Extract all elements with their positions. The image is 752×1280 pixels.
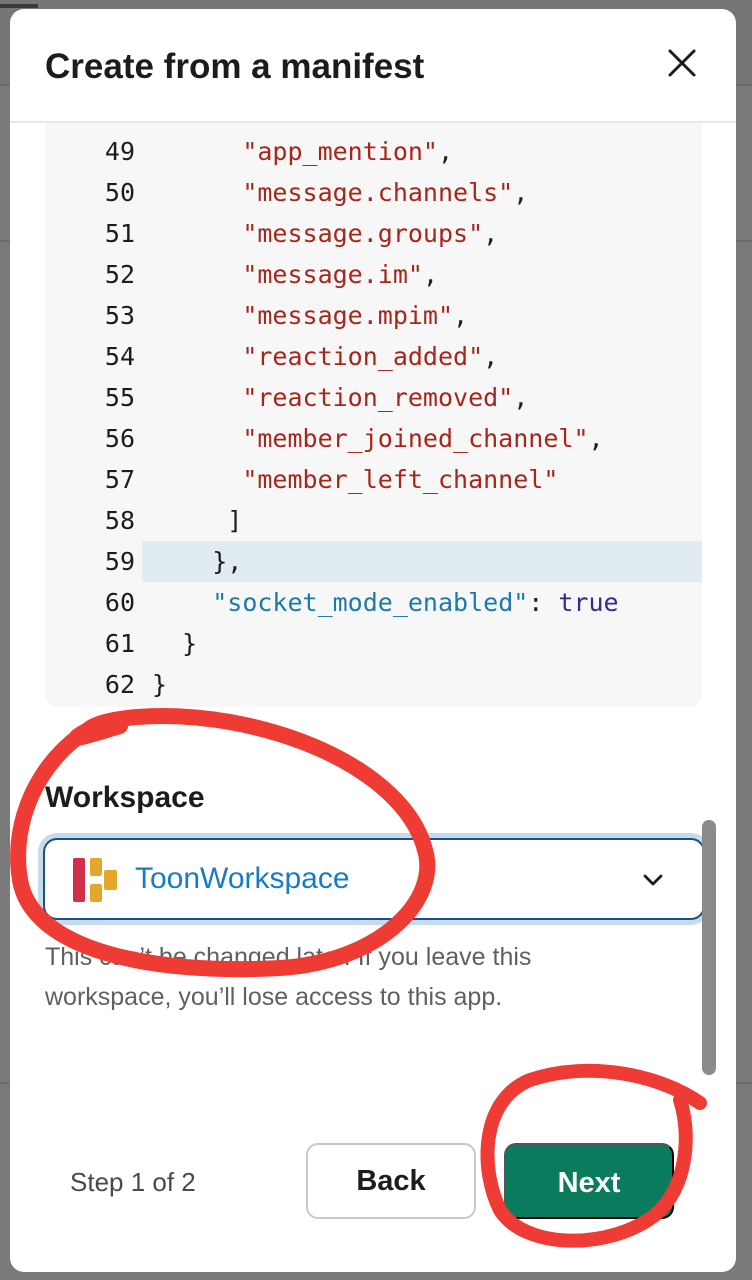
code-punct: ] — [227, 506, 243, 535]
code-line: 60 "socket_mode_enabled": true — [45, 582, 702, 623]
code-punct: , — [513, 178, 529, 207]
code-text: }, — [152, 541, 242, 582]
workspace-selected-value: ToonWorkspace — [135, 862, 350, 895]
code-line: 50 "message.channels", — [45, 172, 702, 213]
code-string: "member_joined_channel" — [242, 424, 589, 453]
line-number: 57 — [104, 465, 135, 494]
modal-header: Create from a manifest — [10, 9, 736, 123]
line-number: 62 — [104, 670, 135, 699]
line-number: 61 — [104, 629, 135, 658]
code-line: 57 "member_left_channel" — [45, 459, 702, 500]
code-punct: } — [152, 670, 168, 699]
close-button[interactable] — [662, 43, 702, 83]
code-text: ] — [152, 500, 242, 541]
line-number: 50 — [104, 178, 135, 207]
line-number: 53 — [104, 301, 135, 330]
code-line: 53 "message.mpim", — [45, 295, 702, 336]
code-text: "message.im", — [152, 254, 438, 295]
code-punct: } — [182, 629, 198, 658]
code-line: 49 "app_mention", — [45, 131, 702, 172]
code-punct: , — [483, 342, 499, 371]
code-line: 59 }, — [45, 541, 702, 582]
code-punct: , — [453, 301, 469, 330]
code-string: "message.channels" — [242, 178, 514, 207]
workspace-select[interactable]: ToonWorkspace — [43, 838, 705, 920]
manifest-code-editor[interactable]: 49 "app_mention", 50 "message.channels", 5… — [45, 123, 702, 707]
workspace-label: Workspace — [45, 781, 205, 814]
code-string: "app_mention" — [242, 137, 438, 166]
code-value: true — [558, 588, 619, 617]
code-text: "message.channels", — [152, 172, 528, 213]
code-text: "socket_mode_enabled": true — [152, 582, 619, 623]
code-line: 62} — [45, 664, 702, 705]
line-number: 51 — [104, 219, 135, 248]
code-line: 51 "message.groups", — [45, 213, 702, 254]
line-number: 52 — [104, 260, 135, 289]
code-punct: , — [588, 424, 604, 453]
code-string: "reaction_removed" — [242, 383, 514, 412]
line-number: 59 — [104, 547, 135, 576]
code-string: "message.mpim" — [242, 301, 454, 330]
code-text: "reaction_removed", — [152, 377, 528, 418]
line-number: 58 — [104, 506, 135, 535]
code-key: "socket_mode_enabled" — [212, 588, 529, 617]
next-button[interactable]: Next — [504, 1143, 674, 1219]
code-string: "reaction_added" — [242, 342, 484, 371]
code-text: } — [152, 623, 197, 664]
code-text: "member_joined_channel", — [152, 418, 604, 459]
code-line: 54 "reaction_added", — [45, 336, 702, 377]
code-punct: }, — [212, 547, 243, 576]
code-line: 58 ] — [45, 500, 702, 541]
close-icon — [668, 49, 696, 77]
line-number: 54 — [104, 342, 135, 371]
workspace-help-text: This can’t be changed later. If you leav… — [45, 943, 532, 1011]
code-line: 61 } — [45, 623, 702, 664]
step-indicator: Step 1 of 2 — [70, 1167, 196, 1197]
code-text: "member_left_channel" — [152, 459, 558, 500]
code-punct: , — [513, 383, 529, 412]
code-line: 55 "reaction_removed", — [45, 377, 702, 418]
line-number: 60 — [104, 588, 135, 617]
code-text: } — [152, 664, 167, 705]
code-text: "reaction_added", — [152, 336, 498, 377]
line-number: 49 — [104, 137, 135, 166]
code-text: "app_mention", — [152, 131, 453, 172]
line-number: 55 — [104, 383, 135, 412]
scrollbar-thumb[interactable] — [702, 820, 716, 1075]
code-punct: , — [483, 219, 499, 248]
code-punct: , — [437, 137, 454, 166]
modal-title: Create from a manifest — [45, 47, 425, 86]
code-text: "message.mpim", — [152, 295, 468, 336]
code-punct: , — [422, 260, 438, 289]
code-line: 52 "message.im", — [45, 254, 702, 295]
chevron-down-icon — [643, 874, 663, 886]
code-text: "message.groups", — [152, 213, 498, 254]
code-string: "member_left_channel" — [242, 465, 559, 494]
create-manifest-modal: Create from a manifest 49 "app_mention",… — [10, 9, 736, 1272]
code-line: 56 "member_joined_channel", — [45, 418, 702, 459]
line-number: 56 — [104, 424, 135, 453]
back-button[interactable]: Back — [306, 1143, 476, 1219]
code-string: "message.groups" — [242, 219, 484, 248]
code-punct: : — [528, 588, 559, 617]
workspace-logo-icon — [73, 858, 117, 902]
code-string: "message.im" — [242, 260, 423, 289]
